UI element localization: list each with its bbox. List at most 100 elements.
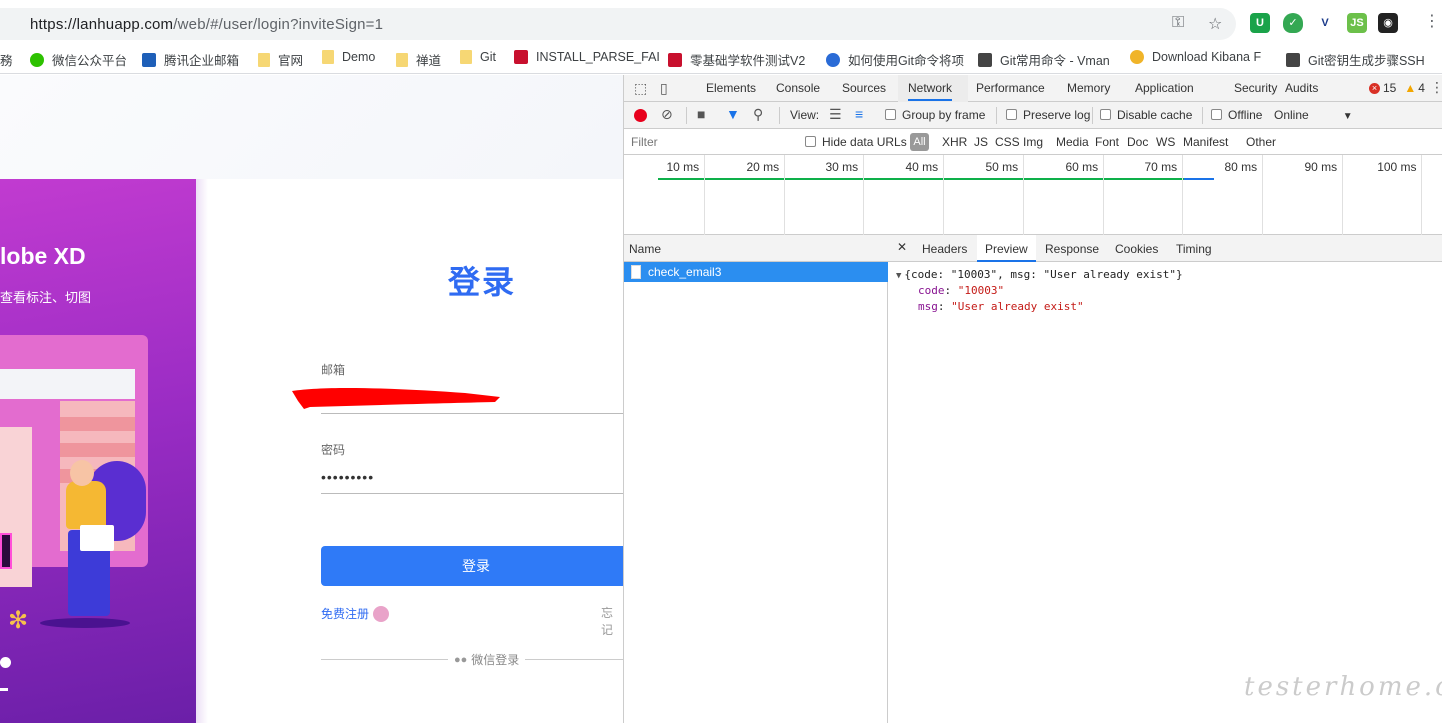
forgot-password-link[interactable]: 忘记 [601, 604, 624, 638]
search-icon[interactable]: ⚲ [753, 106, 763, 123]
filter-type-doc[interactable]: Doc [1127, 135, 1148, 149]
bookmark-item[interactable]: 零基础学软件测试V2 [668, 50, 805, 69]
carousel-indicator[interactable] [0, 688, 8, 691]
nodejs-icon[interactable]: JS [1347, 13, 1367, 33]
bookmark-label: INSTALL_PARSE_FAI [536, 50, 660, 64]
browser-menu-icon[interactable]: ⋮ [1424, 11, 1440, 31]
filter-type-xhr[interactable]: XHR [942, 135, 967, 149]
hide-data-urls-checkbox[interactable]: Hide data URLs [805, 135, 907, 149]
bookmark-label: 腾讯企业邮箱 [164, 54, 240, 68]
filter-type-ws[interactable]: WS [1156, 135, 1175, 149]
screenshot-icon[interactable]: ■ [697, 106, 705, 122]
bookmark-item[interactable]: 如何使用Git命令将项 [826, 50, 964, 69]
url-text[interactable]: https://lanhuapp.com/web/#/user/login?in… [30, 16, 383, 33]
inspect-element-icon[interactable]: ⬚ [634, 80, 647, 97]
bookmark-item[interactable]: Download Kibana F [1130, 50, 1261, 64]
bookmark-label: Demo [342, 50, 376, 64]
filter-type-font[interactable]: Font [1095, 135, 1119, 149]
key-icon[interactable]: ⚿ [1172, 14, 1184, 32]
filter-all-button[interactable]: All [910, 133, 929, 151]
devtools-menu-icon[interactable]: ⋮ [1430, 79, 1442, 96]
preview-summary[interactable]: ▼ {code: "10003", msg: "User already exis… [896, 268, 1183, 281]
timeline-gridline [1262, 155, 1263, 235]
wechat-login-label: 微信登录 [471, 653, 520, 667]
bookmark-item[interactable]: 官网 [258, 50, 303, 69]
tab-elements[interactable]: Elements [706, 81, 756, 95]
filter-type-css[interactable]: CSS [995, 135, 1020, 149]
bookmark-item[interactable]: 腾讯企业邮箱 [142, 50, 239, 69]
bookmark-item[interactable]: 微信公众平台 [30, 50, 127, 69]
password-label: 密码 [321, 443, 346, 457]
tab-security[interactable]: Security [1234, 81, 1277, 95]
request-detail: ✕ Headers Preview Response Cookies Timing ▼{… [888, 235, 1442, 723]
preserve-log-checkbox[interactable]: Preserve log [1006, 108, 1090, 122]
bookmark-label: Download Kibana F [1152, 50, 1262, 64]
bookmarks-bar: 務 微信公众平台 腾讯企业邮箱 官网 Demo 禅道 Git INSTALL_PARSE_FA… [0, 46, 1442, 74]
email-label: 邮箱 [321, 363, 346, 377]
disable-cache-checkbox[interactable]: Disable cache [1100, 108, 1192, 122]
shield-icon[interactable]: ✓ [1283, 13, 1303, 33]
detail-tab-cookies[interactable]: Cookies [1115, 242, 1158, 256]
bookmark-item[interactable]: Demo [322, 50, 375, 64]
login-button[interactable]: 登录 [321, 546, 624, 586]
filter-input[interactable] [627, 132, 792, 152]
device-toolbar-icon[interactable]: ▯ [660, 80, 668, 97]
detail-tab-response[interactable]: Response [1045, 242, 1099, 256]
tab-network[interactable]: Network [908, 81, 953, 101]
star-icon[interactable]: ☆ [1208, 14, 1222, 34]
request-name: check_email3 [648, 265, 722, 279]
detail-tab-preview[interactable]: Preview [977, 235, 1036, 262]
clear-icon[interactable]: ⊘ [661, 106, 673, 123]
throttling-select[interactable]: Online ▼ [1274, 108, 1353, 122]
console-counts[interactable]: × 15 ▲ 4 [1369, 81, 1425, 95]
carousel-next-icon[interactable] [0, 657, 11, 668]
filter-icon[interactable]: ▼ [726, 106, 740, 122]
tab-performance[interactable]: Performance [976, 81, 1045, 95]
filter-type-media[interactable]: Media [1056, 135, 1089, 149]
webpage: lobe XD 查看标注、切图 ✻ 登录 邮箱 密码 ••••••••• 登录 [0, 75, 624, 723]
filter-type-other[interactable]: Other [1246, 135, 1276, 149]
large-rows-icon[interactable]: ☰ [829, 106, 842, 123]
close-icon[interactable]: ✕ [897, 240, 907, 254]
bookmark-item[interactable]: 禅道 [396, 50, 441, 69]
name-column-header[interactable]: Name [624, 235, 888, 262]
preview-code-row: code: "10003" [918, 284, 1005, 297]
emoji-icon [373, 605, 390, 622]
tab-sources[interactable]: Sources [842, 81, 886, 95]
record-icon[interactable] [634, 109, 647, 122]
url-box[interactable]: https://lanhuapp.com/web/#/user/login?in… [0, 8, 1236, 40]
tab-memory[interactable]: Memory [1067, 81, 1110, 95]
filter-type-manifest[interactable]: Manifest [1183, 135, 1228, 149]
tab-application[interactable]: Application [1135, 81, 1194, 95]
filter-type-js[interactable]: JS [974, 135, 988, 149]
v-icon [978, 52, 992, 67]
bookmark-item[interactable]: INSTALL_PARSE_FAI [514, 50, 660, 64]
vue-devtools-icon[interactable]: V [1315, 13, 1335, 33]
tab-audits[interactable]: Audits [1285, 81, 1318, 95]
email-field[interactable] [321, 413, 624, 414]
bookmark-item[interactable]: Git常用命令 - Vman [978, 50, 1110, 69]
bookmark-item[interactable]: 務 [0, 50, 13, 69]
code-key: code [918, 284, 945, 297]
detail-tab-timing[interactable]: Timing [1176, 242, 1212, 256]
wechat-login-link[interactable]: ●● 微信登录 [448, 651, 526, 668]
request-row[interactable]: check_email3 [624, 262, 888, 282]
group-by-frame-checkbox[interactable]: Group by frame [885, 108, 985, 122]
watermark: testerhome.com [1244, 672, 1442, 702]
tab-console[interactable]: Console [776, 81, 820, 95]
waterfall-icon[interactable]: ≡ [855, 106, 863, 122]
bookmark-item[interactable]: Git密钥生成步骤SSH [1286, 50, 1425, 69]
filter-type-img[interactable]: Img [1023, 135, 1043, 149]
extension-icon[interactable]: ◉ [1378, 13, 1398, 33]
adblock-icon[interactable]: U [1250, 13, 1270, 33]
toolbar-separator [686, 107, 687, 124]
timeline-gridline [704, 155, 705, 235]
bookmark-item[interactable]: Git [460, 50, 496, 64]
expand-triangle-icon[interactable]: ▼ [896, 271, 901, 281]
password-field[interactable]: ••••••••• [321, 469, 374, 485]
devtools-tabbar: ⬚ ▯ × 15 ▲ 4 ⋮ Elements Console Sources Net… [624, 75, 1442, 102]
throttling-value: Online [1274, 108, 1309, 122]
register-link[interactable]: 免费注册 [321, 605, 390, 622]
detail-tab-headers[interactable]: Headers [922, 242, 967, 256]
offline-checkbox[interactable]: Offline [1211, 108, 1262, 122]
